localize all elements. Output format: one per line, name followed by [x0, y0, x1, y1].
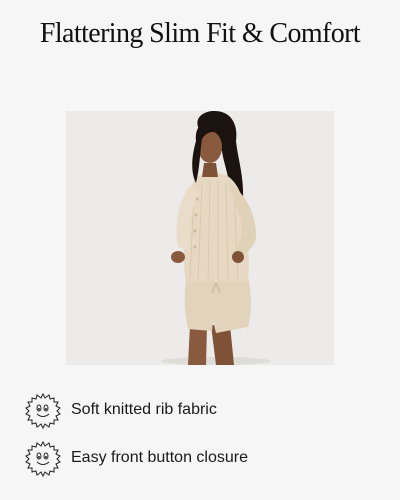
feature-item-closure: Easy front button closure — [24, 439, 248, 477]
page-title: Flattering Slim Fit & Comfort — [39, 18, 361, 49]
smiley-sun-icon — [25, 440, 61, 477]
feature-label: Easy front button closure — [71, 449, 248, 466]
smiley-sun-icon — [25, 392, 61, 429]
feature-item-fabric: Soft knitted rib fabric — [24, 391, 217, 429]
feature-label: Soft knitted rib fabric — [71, 401, 217, 418]
product-photo — [66, 111, 334, 365]
model-figure — [161, 111, 271, 365]
